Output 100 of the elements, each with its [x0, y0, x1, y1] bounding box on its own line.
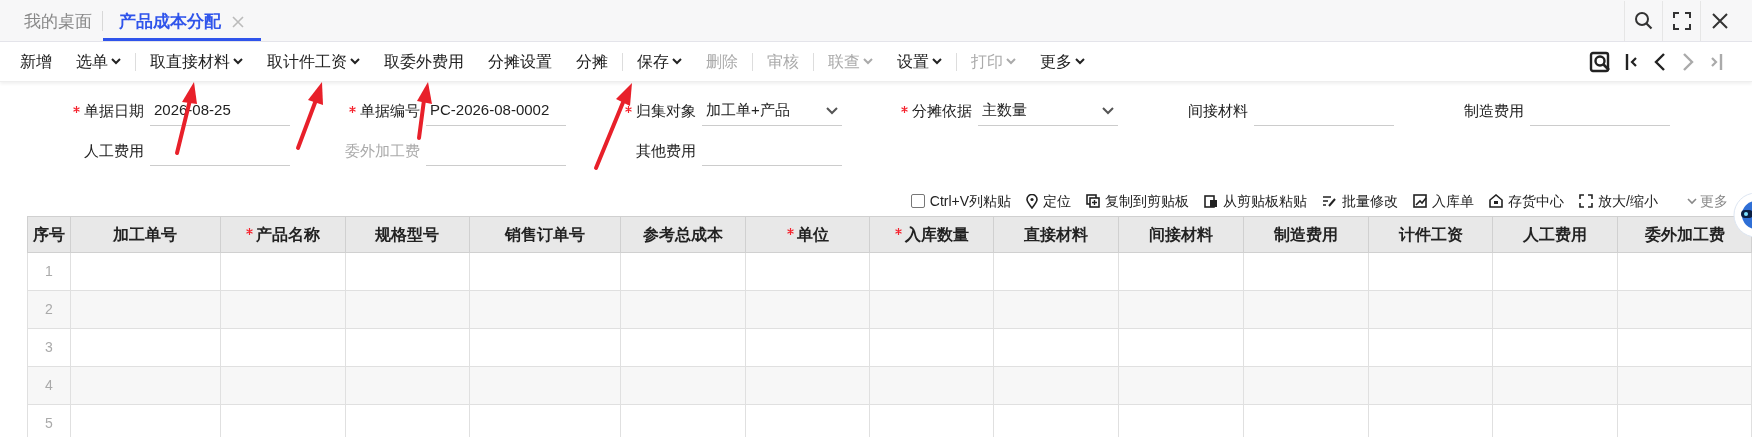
- table-cell[interactable]: [620, 252, 746, 291]
- close-icon[interactable]: [1710, 12, 1729, 30]
- table-cell[interactable]: [1368, 366, 1493, 405]
- select-field[interactable]: 加工单+产品: [702, 96, 842, 126]
- annotation-arrow: [296, 82, 323, 150]
- table-cell[interactable]: [1368, 252, 1493, 291]
- table-cell[interactable]: [993, 252, 1119, 291]
- search-icon[interactable]: [1633, 11, 1654, 31]
- column-title: 间接材料: [1149, 224, 1214, 245]
- table-cell[interactable]: [345, 328, 470, 367]
- table-cell[interactable]: [70, 252, 221, 291]
- table-cell[interactable]: [220, 252, 346, 291]
- toolbar-button[interactable]: 分摊: [564, 45, 620, 78]
- row-number: 5: [27, 404, 71, 437]
- previous-icon[interactable]: [1653, 50, 1667, 73]
- table-cell[interactable]: [220, 328, 346, 367]
- table-cell[interactable]: [1492, 290, 1618, 329]
- column-title: 委外加工费: [1644, 224, 1725, 245]
- table-cell[interactable]: [220, 366, 346, 405]
- column-title: 序号: [33, 224, 65, 245]
- grid-tool-button[interactable]: 存货中心: [1489, 190, 1565, 212]
- grid-tool-button[interactable]: 从剪贴板粘贴: [1204, 190, 1308, 212]
- table-cell[interactable]: [745, 328, 870, 367]
- table-cell[interactable]: [469, 328, 621, 367]
- table-cell[interactable]: [1118, 252, 1244, 291]
- toolbar-button[interactable]: 新增: [8, 45, 64, 78]
- table-cell[interactable]: [1118, 328, 1244, 367]
- table-cell[interactable]: [620, 290, 746, 329]
- row-number: 3: [27, 328, 71, 367]
- table-cell[interactable]: [869, 366, 994, 405]
- table-cell[interactable]: [1243, 290, 1369, 329]
- table-cell[interactable]: [70, 290, 221, 329]
- chevron-icon: [111, 58, 121, 65]
- table-cell[interactable]: [345, 290, 470, 329]
- toolbar-button[interactable]: 取计件工资: [255, 45, 372, 78]
- table-cell[interactable]: [1118, 290, 1244, 329]
- grid-tool-button[interactable]: 放大/缩小: [1579, 190, 1658, 212]
- table-cell[interactable]: [869, 290, 994, 329]
- table-cell[interactable]: [1492, 366, 1618, 405]
- table-cell[interactable]: [70, 328, 221, 367]
- field-label: 人工费用: [84, 140, 144, 161]
- grid-tool-button[interactable]: 批量修改: [1322, 190, 1399, 212]
- preview-icon[interactable]: [1589, 50, 1611, 73]
- table-cell[interactable]: [1118, 366, 1244, 405]
- column-title: 人工费用: [1523, 224, 1588, 245]
- chevron-icon: [1687, 197, 1697, 205]
- table-cell[interactable]: [345, 252, 470, 291]
- field-label: 单据编号: [360, 100, 420, 121]
- table-cell[interactable]: [1368, 328, 1493, 367]
- edit-icon: [1322, 194, 1338, 208]
- checkbox-option[interactable]: Ctrl+V列粘贴: [910, 190, 1012, 212]
- table-cell[interactable]: [1617, 252, 1752, 291]
- table-cell[interactable]: [469, 252, 621, 291]
- table-cell[interactable]: [469, 290, 621, 329]
- chart-icon: [1413, 194, 1428, 208]
- table-cell[interactable]: [70, 366, 221, 405]
- table-cell[interactable]: [869, 252, 994, 291]
- table-cell[interactable]: [345, 366, 470, 405]
- toolbar-button[interactable]: 选单: [64, 45, 133, 78]
- chevron-icon: [233, 58, 243, 65]
- toolbar-button[interactable]: 取委外费用: [372, 45, 476, 78]
- tab[interactable]: 产品成本分配: [103, 5, 261, 41]
- table-cell[interactable]: [1243, 328, 1369, 367]
- toolbar-button[interactable]: 分摊设置: [476, 45, 564, 78]
- toolbar-button[interactable]: 取直接材料: [135, 45, 255, 78]
- checkbox[interactable]: [910, 194, 925, 208]
- toolbar-button[interactable]: 设置: [885, 45, 954, 78]
- column-title: 制造费用: [1274, 224, 1339, 245]
- location-icon: [1026, 193, 1039, 209]
- more-button[interactable]: 更多: [1687, 190, 1728, 212]
- grid-tool-button[interactable]: 入库单: [1413, 190, 1475, 212]
- table-cell[interactable]: [620, 328, 746, 367]
- table-cell[interactable]: [1368, 290, 1493, 329]
- table-cell[interactable]: [220, 290, 346, 329]
- assistant-icon[interactable]: [1732, 192, 1752, 238]
- table-cell[interactable]: [993, 290, 1119, 329]
- toolbar-button[interactable]: 保存: [622, 45, 694, 78]
- fullscreen-icon[interactable]: [1672, 12, 1691, 30]
- table-cell[interactable]: [993, 328, 1119, 367]
- table-cell[interactable]: [993, 366, 1119, 405]
- table-cell[interactable]: [1617, 290, 1752, 329]
- table-cell[interactable]: [745, 290, 870, 329]
- column-title: 加工单号: [113, 224, 178, 245]
- table-cell[interactable]: [469, 366, 621, 405]
- table-cell[interactable]: [1243, 252, 1369, 291]
- table-cell[interactable]: [1492, 328, 1618, 367]
- toolbar-button[interactable]: 更多: [1028, 45, 1097, 78]
- table-cell[interactable]: [1617, 366, 1752, 405]
- table-cell[interactable]: [1617, 328, 1752, 367]
- column-title: 规格型号: [375, 224, 440, 245]
- table-cell[interactable]: [745, 366, 870, 405]
- row-number: 4: [27, 366, 71, 405]
- grid-tool-button[interactable]: 复制到剪贴板: [1086, 190, 1190, 212]
- grid-tool-button[interactable]: 定位: [1026, 190, 1072, 212]
- select-field[interactable]: 主数量: [978, 96, 1118, 126]
- table-cell[interactable]: [869, 328, 994, 367]
- table-cell[interactable]: [745, 252, 870, 291]
- table-cell[interactable]: [1243, 366, 1369, 405]
- table-cell[interactable]: [1492, 252, 1618, 291]
- table-cell[interactable]: [620, 366, 746, 405]
